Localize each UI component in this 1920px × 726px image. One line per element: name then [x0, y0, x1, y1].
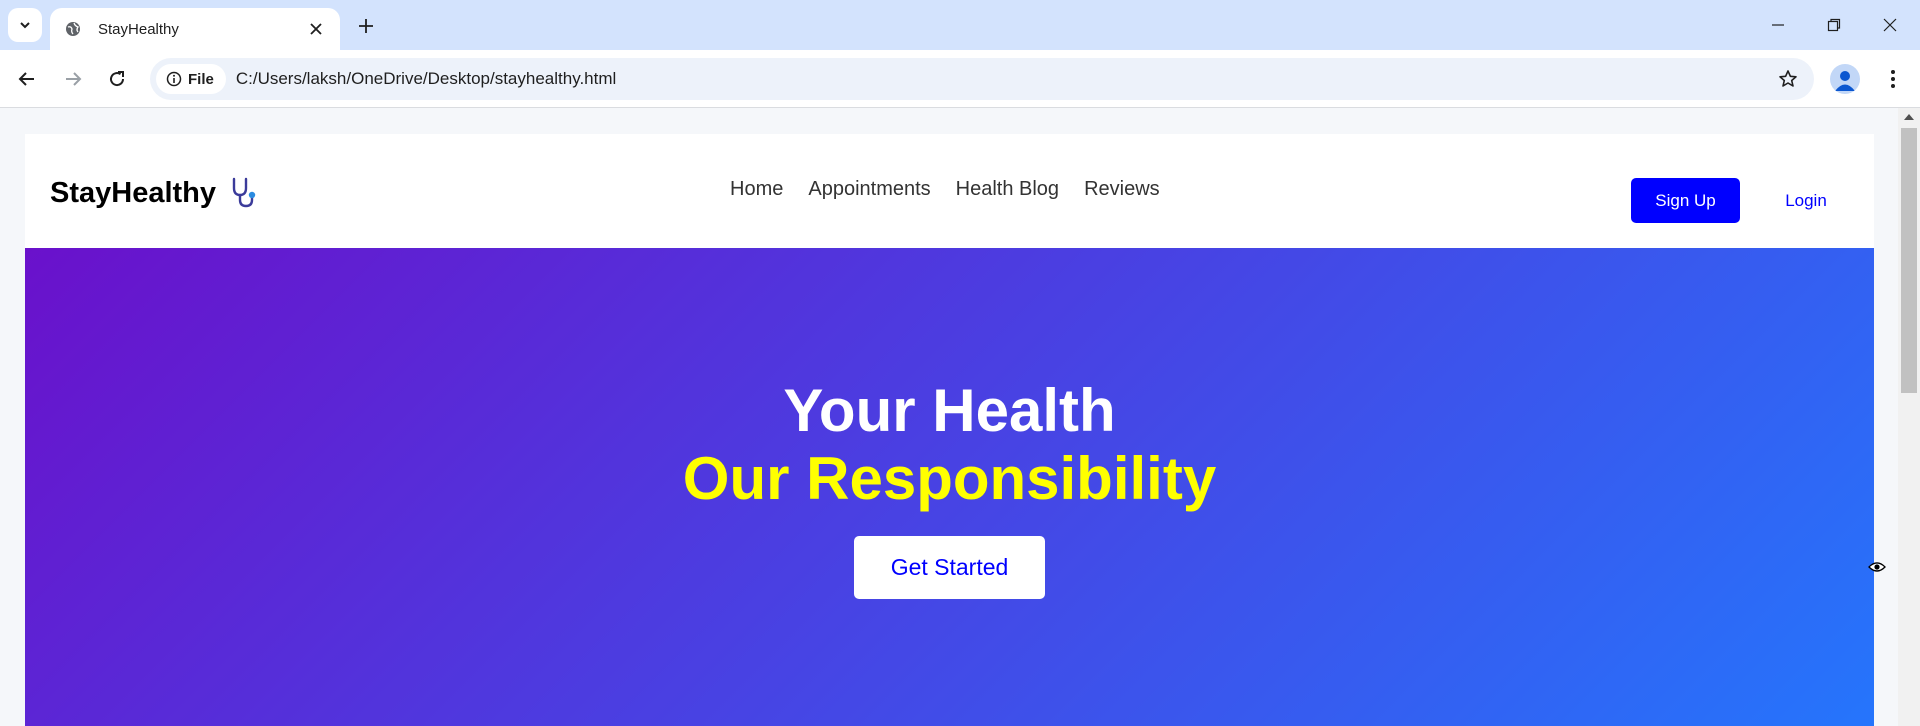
close-tab-icon[interactable]: [304, 17, 328, 41]
address-bar[interactable]: File C:/Users/laksh/OneDrive/Desktop/sta…: [150, 58, 1814, 100]
page-container: StayHealthy Home Appointments Health Blo…: [25, 134, 1874, 726]
reload-icon[interactable]: [100, 62, 134, 96]
minimize-window-icon[interactable]: [1750, 0, 1806, 50]
brand-logo[interactable]: StayHealthy: [50, 176, 262, 210]
site-info-chip[interactable]: File: [156, 64, 226, 94]
globe-icon: [64, 20, 82, 38]
site-chip-label: File: [188, 70, 214, 88]
login-button[interactable]: Login: [1766, 178, 1846, 223]
site-header: StayHealthy Home Appointments Health Blo…: [25, 134, 1874, 248]
nav-link-appointments[interactable]: Appointments: [808, 178, 930, 201]
back-arrow-icon[interactable]: [10, 62, 44, 96]
close-window-icon[interactable]: [1862, 0, 1918, 50]
restore-window-icon[interactable]: [1806, 0, 1862, 50]
url-text[interactable]: C:/Users/laksh/OneDrive/Desktop/stayheal…: [236, 69, 1768, 89]
brand-name: StayHealthy: [50, 176, 217, 209]
hero-subtitle: Our Responsibility: [682, 445, 1217, 512]
scroll-thumb[interactable]: [1901, 128, 1917, 393]
tab-title: StayHealthy: [98, 20, 179, 38]
eye-cursor-icon: [1868, 562, 1886, 572]
nav-link-home[interactable]: Home: [730, 178, 783, 201]
tab-search-button[interactable]: [8, 8, 42, 42]
hero-title: Your Health: [783, 377, 1116, 444]
nav-link-health-blog[interactable]: Health Blog: [956, 178, 1059, 201]
main-nav: Home Appointments Health Blog Reviews: [730, 178, 1160, 201]
forward-arrow-icon[interactable]: [56, 62, 90, 96]
scroll-up-arrow-icon[interactable]: [1904, 114, 1914, 120]
browser-toolbar: File C:/Users/laksh/OneDrive/Desktop/sta…: [0, 50, 1920, 108]
bookmark-star-icon[interactable]: [1768, 59, 1808, 99]
page-scrollbar[interactable]: [1898, 108, 1920, 726]
info-icon: [166, 71, 182, 87]
profile-avatar-icon[interactable]: [1830, 64, 1860, 94]
new-tab-plus-icon[interactable]: [352, 12, 380, 40]
more-options-icon[interactable]: [1878, 62, 1908, 96]
stethoscope-icon: [232, 177, 256, 208]
browser-tabstrip: StayHealthy: [0, 0, 1920, 50]
chevron-down-icon: [20, 22, 30, 29]
toolbar-divider: [0, 107, 1920, 108]
sign-up-button[interactable]: Sign Up: [1631, 178, 1740, 223]
browser-tab-active[interactable]: StayHealthy: [50, 8, 340, 50]
hero-section: Your Health Our Responsibility Get Start…: [25, 248, 1874, 726]
nav-link-reviews[interactable]: Reviews: [1084, 178, 1160, 201]
get-started-button[interactable]: Get Started: [854, 536, 1045, 599]
